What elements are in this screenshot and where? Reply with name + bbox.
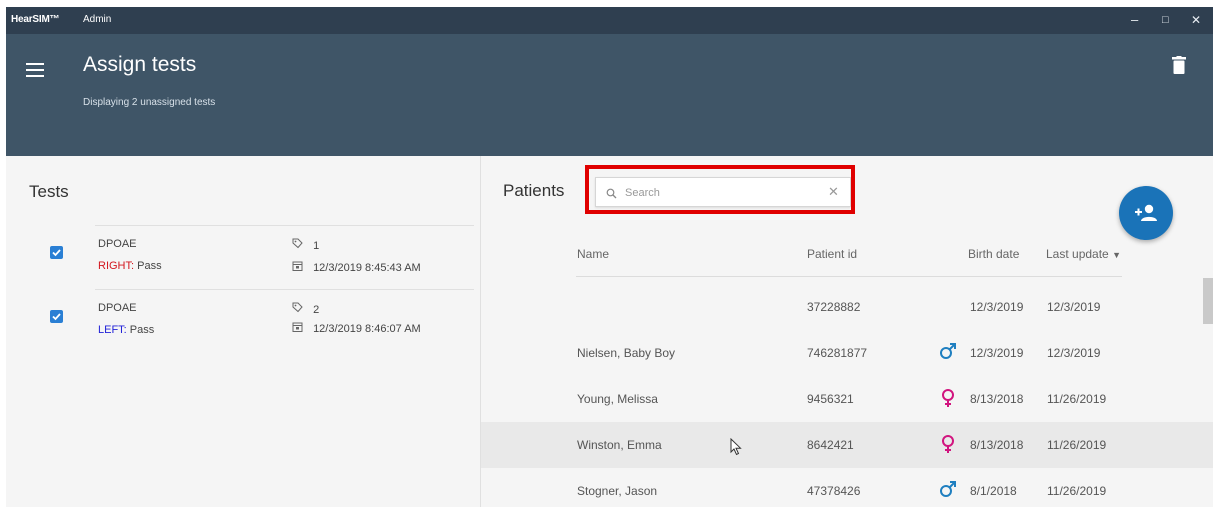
hamburger-menu-icon[interactable] xyxy=(26,63,44,77)
table-row[interactable]: Stogner, Jason 47378426 8/1/2018 11/26/2… xyxy=(481,468,1213,507)
tests-panel: Tests DPOAE RIGHT: Pass 1 12/3/2019 8:45… xyxy=(6,156,481,507)
patient-name: Winston, Emma xyxy=(577,438,662,452)
tests-title: Tests xyxy=(29,182,69,201)
tag-icon xyxy=(292,302,303,316)
patient-id: 746281877 xyxy=(807,346,868,360)
app-mode: Admin xyxy=(83,14,112,25)
title-bar: HearSIM™ Admin – □ ✕ xyxy=(6,7,1213,34)
test-result: Pass xyxy=(137,260,162,272)
table-row-selected[interactable]: Winston, Emma 8642421 8/13/2018 11/26/20… xyxy=(481,422,1213,468)
calendar-icon xyxy=(292,322,303,335)
last-update: 12/3/2019 xyxy=(1047,300,1101,314)
trash-icon[interactable] xyxy=(1172,56,1186,74)
male-icon xyxy=(939,342,957,365)
patient-id: 37228882 xyxy=(807,300,861,314)
calendar-icon xyxy=(292,261,303,274)
patient-name: Nielsen, Baby Boy xyxy=(577,346,676,360)
last-update: 12/3/2019 xyxy=(1047,346,1101,360)
ear-label: LEFT: xyxy=(98,324,127,336)
tag-icon xyxy=(292,238,303,252)
test-item[interactable]: DPOAE RIGHT: Pass 1 12/3/2019 8:45:43 AM xyxy=(6,226,480,288)
ear-label: RIGHT: xyxy=(98,260,135,272)
test-item[interactable]: DPOAE LEFT: Pass 2 12/3/2019 8:46:07 AM xyxy=(6,290,480,352)
patients-title: Patients xyxy=(503,181,565,200)
male-icon xyxy=(939,480,957,503)
last-update: 11/26/2019 xyxy=(1047,438,1107,452)
patients-panel: Patients ✕ Name Patient id Birth date xyxy=(481,156,1213,507)
test-date: 12/3/2019 8:45:43 AM xyxy=(313,262,421,274)
column-header-patient-id[interactable]: Patient id xyxy=(807,247,857,261)
test-id: 1 xyxy=(313,240,320,252)
close-button[interactable]: ✕ xyxy=(1191,12,1201,28)
add-patient-button[interactable] xyxy=(1119,186,1173,240)
app-window: HearSIM™ Admin – □ ✕ Assign tests Displa… xyxy=(6,7,1213,507)
mouse-cursor-icon xyxy=(730,437,742,461)
page-subtitle: Displaying 2 unassigned tests xyxy=(83,97,216,108)
page-header: Assign tests Displaying 2 unassigned tes… xyxy=(6,34,1213,156)
minimize-button[interactable]: – xyxy=(1131,12,1138,28)
test-checkbox[interactable] xyxy=(50,310,63,323)
app-name: HearSIM™ xyxy=(11,14,60,25)
table-row[interactable]: Nielsen, Baby Boy 746281877 12/3/2019 12… xyxy=(481,330,1213,376)
test-result: Pass xyxy=(129,324,155,336)
test-name: DPOAE xyxy=(98,238,137,250)
birth-date: 8/13/2018 xyxy=(970,438,1024,452)
scrollbar-thumb[interactable] xyxy=(1203,278,1213,324)
birth-date: 8/13/2018 xyxy=(970,392,1024,406)
patient-name: Young, Melissa xyxy=(577,392,658,406)
test-name: DPOAE xyxy=(98,302,137,314)
add-person-icon xyxy=(1134,203,1158,228)
test-id: 2 xyxy=(313,304,320,316)
female-icon xyxy=(940,388,956,413)
header-divider xyxy=(576,276,1122,277)
birth-date: 12/3/2019 xyxy=(970,346,1024,360)
search-highlight-box xyxy=(585,165,855,214)
table-row[interactable]: Young, Melissa 9456321 8/13/2018 11/26/2… xyxy=(481,376,1213,422)
maximize-button[interactable]: □ xyxy=(1162,12,1169,28)
birth-date: 8/1/2018 xyxy=(970,484,1017,498)
column-header-name[interactable]: Name xyxy=(577,247,609,261)
patient-id: 9456321 xyxy=(807,392,854,406)
last-update: 11/26/2019 xyxy=(1047,484,1107,498)
birth-date: 12/3/2019 xyxy=(970,300,1024,314)
test-checkbox[interactable] xyxy=(50,246,63,259)
table-row[interactable]: 37228882 12/3/2019 12/3/2019 xyxy=(481,284,1213,330)
column-header-last-update[interactable]: Last update ▼ xyxy=(1046,247,1121,261)
patient-id: 8642421 xyxy=(807,438,854,452)
column-header-birth-date[interactable]: Birth date xyxy=(968,247,1019,261)
page-title: Assign tests xyxy=(83,53,197,76)
patient-id: 47378426 xyxy=(807,484,861,498)
female-icon xyxy=(940,434,956,459)
sort-descending-icon: ▼ xyxy=(1112,250,1121,260)
column-header-last-update-label: Last update xyxy=(1046,247,1109,261)
patient-name: Stogner, Jason xyxy=(577,484,658,498)
test-date: 12/3/2019 8:46:07 AM xyxy=(313,323,421,335)
last-update: 11/26/2019 xyxy=(1047,392,1107,406)
